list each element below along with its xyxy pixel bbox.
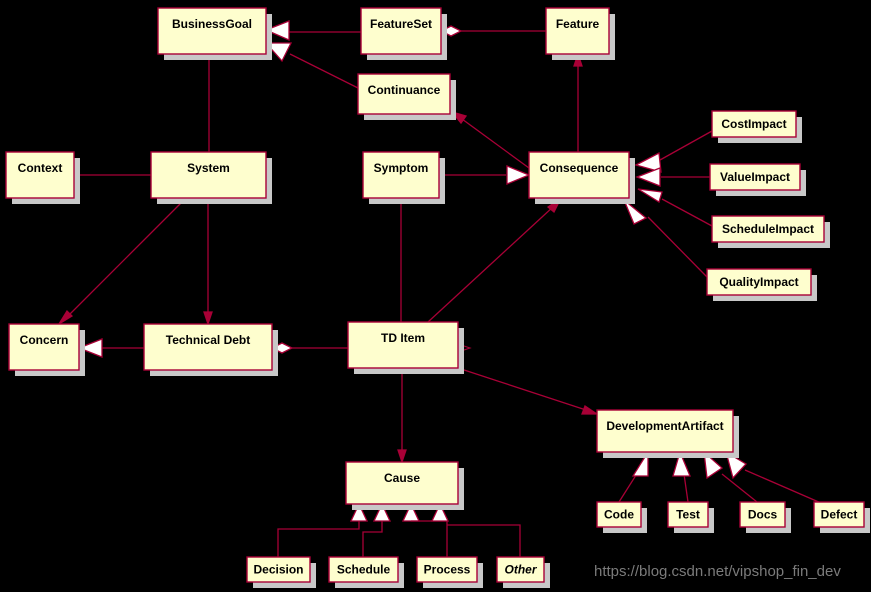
class-name-label: Technical Debt: [166, 333, 250, 347]
class-box-test[interactable]: Test: [667, 501, 714, 533]
class-box-decision[interactable]: Decision: [246, 556, 316, 588]
class-box-concern[interactable]: Concern: [8, 323, 85, 376]
edge-tditem-technicaldebt: [270, 342, 348, 354]
class-name-label: DevelopmentArtifact: [606, 419, 723, 433]
class-box-costimpact[interactable]: CostImpact: [711, 110, 802, 143]
class-name-label: Schedule: [337, 563, 391, 577]
class-box-system[interactable]: System: [150, 151, 272, 204]
edge-other-cause: [430, 502, 521, 557]
edge-valueimpact-consequence: [635, 167, 710, 187]
class-name-label: Concern: [20, 333, 69, 347]
class-box-businessgoal[interactable]: BusinessGoal: [157, 7, 272, 60]
class-box-code[interactable]: Code: [596, 501, 647, 533]
class-name-label: Defect: [821, 508, 858, 522]
class-box-cause[interactable]: Cause: [345, 461, 464, 510]
class-name-label: CostImpact: [721, 117, 786, 131]
edge-system-technicaldebt: [203, 198, 213, 327]
class-box-context[interactable]: Context: [5, 151, 80, 204]
class-box-qualityimpact[interactable]: QualityImpact: [706, 268, 817, 301]
class-name-label: Symptom: [374, 161, 429, 175]
edge-costimpact-consequence: [634, 130, 713, 173]
class-name-label: Decision: [253, 563, 303, 577]
edge-consequence-continuance: [450, 110, 530, 169]
class-name-label: System: [187, 161, 230, 175]
class-box-developmentartifact[interactable]: DevelopmentArtifact: [596, 409, 739, 458]
edge-decision-cause: [277, 502, 369, 557]
class-name-label: Consequence: [540, 161, 619, 175]
class-name-label: Code: [604, 508, 634, 522]
edge-symptom-consequence: [439, 165, 531, 185]
class-name-label: TD Item: [381, 331, 425, 345]
class-box-docs[interactable]: Docs: [739, 501, 791, 533]
edge-schedule-cause: [362, 502, 392, 557]
watermark-label: https://blog.csdn.net/vipshop_fin_dev: [594, 563, 841, 580]
edge-continuance-businessgoal: [264, 42, 359, 89]
class-box-process[interactable]: Process: [416, 556, 483, 588]
class-box-scheduleimpact[interactable]: ScheduleImpact: [711, 215, 830, 248]
class-box-tditem[interactable]: TD Item: [347, 321, 464, 374]
class-name-label: ScheduleImpact: [722, 222, 814, 236]
uml-class-diagram: BusinessGoal FeatureSet Feature Continuance…: [0, 0, 871, 592]
class-box-continuance[interactable]: Continuance: [357, 73, 456, 120]
edge-scheduleimpact-consequence: [637, 188, 713, 227]
class-box-symptom[interactable]: Symptom: [362, 151, 445, 204]
class-name-label: Test: [676, 508, 700, 522]
nodes-layer: BusinessGoal FeatureSet Feature Continuance…: [5, 7, 870, 588]
diagram-canvas: BusinessGoal FeatureSet Feature Continuance…: [5, 7, 870, 588]
class-box-feature[interactable]: Feature: [545, 7, 615, 60]
edge-test-devartifact: [672, 450, 691, 503]
class-name-label: Context: [18, 161, 63, 175]
class-name-label: Docs: [748, 508, 778, 522]
class-box-valueimpact[interactable]: ValueImpact: [709, 163, 806, 196]
class-name-label: FeatureSet: [370, 17, 432, 31]
edge-technicaldebt-concern: [77, 338, 144, 358]
edge-featureset-feature: [439, 25, 546, 37]
edge-tditem-devartifact: [457, 367, 600, 415]
class-name-label: Continuance: [368, 83, 441, 97]
class-name-label: ValueImpact: [720, 170, 790, 184]
class-name-label: Other: [504, 563, 537, 577]
edge-tditem-cause: [397, 368, 407, 465]
class-box-defect[interactable]: Defect: [813, 501, 870, 533]
class-name-label: Cause: [384, 471, 420, 485]
edge-consequence-feature: [573, 51, 583, 152]
class-box-featureset[interactable]: FeatureSet: [360, 7, 447, 60]
class-box-technicaldebt[interactable]: Technical Debt: [143, 323, 278, 376]
edge-defect-devartifact: [724, 450, 822, 504]
edge-tditem-consequence: [427, 197, 562, 323]
class-name-label: Process: [424, 563, 471, 577]
edge-code-devartifact: [618, 449, 649, 503]
edge-featureset-businessgoal: [264, 20, 361, 41]
edge-system-concern: [58, 197, 187, 325]
class-box-consequence[interactable]: Consequence: [528, 151, 635, 204]
class-box-other[interactable]: Other: [496, 556, 550, 588]
class-name-label: QualityImpact: [719, 275, 798, 289]
edge-qualityimpact-consequence: [623, 199, 708, 278]
class-name-label: BusinessGoal: [172, 17, 252, 31]
class-box-schedule[interactable]: Schedule: [328, 556, 404, 588]
class-name-label: Feature: [556, 17, 600, 31]
